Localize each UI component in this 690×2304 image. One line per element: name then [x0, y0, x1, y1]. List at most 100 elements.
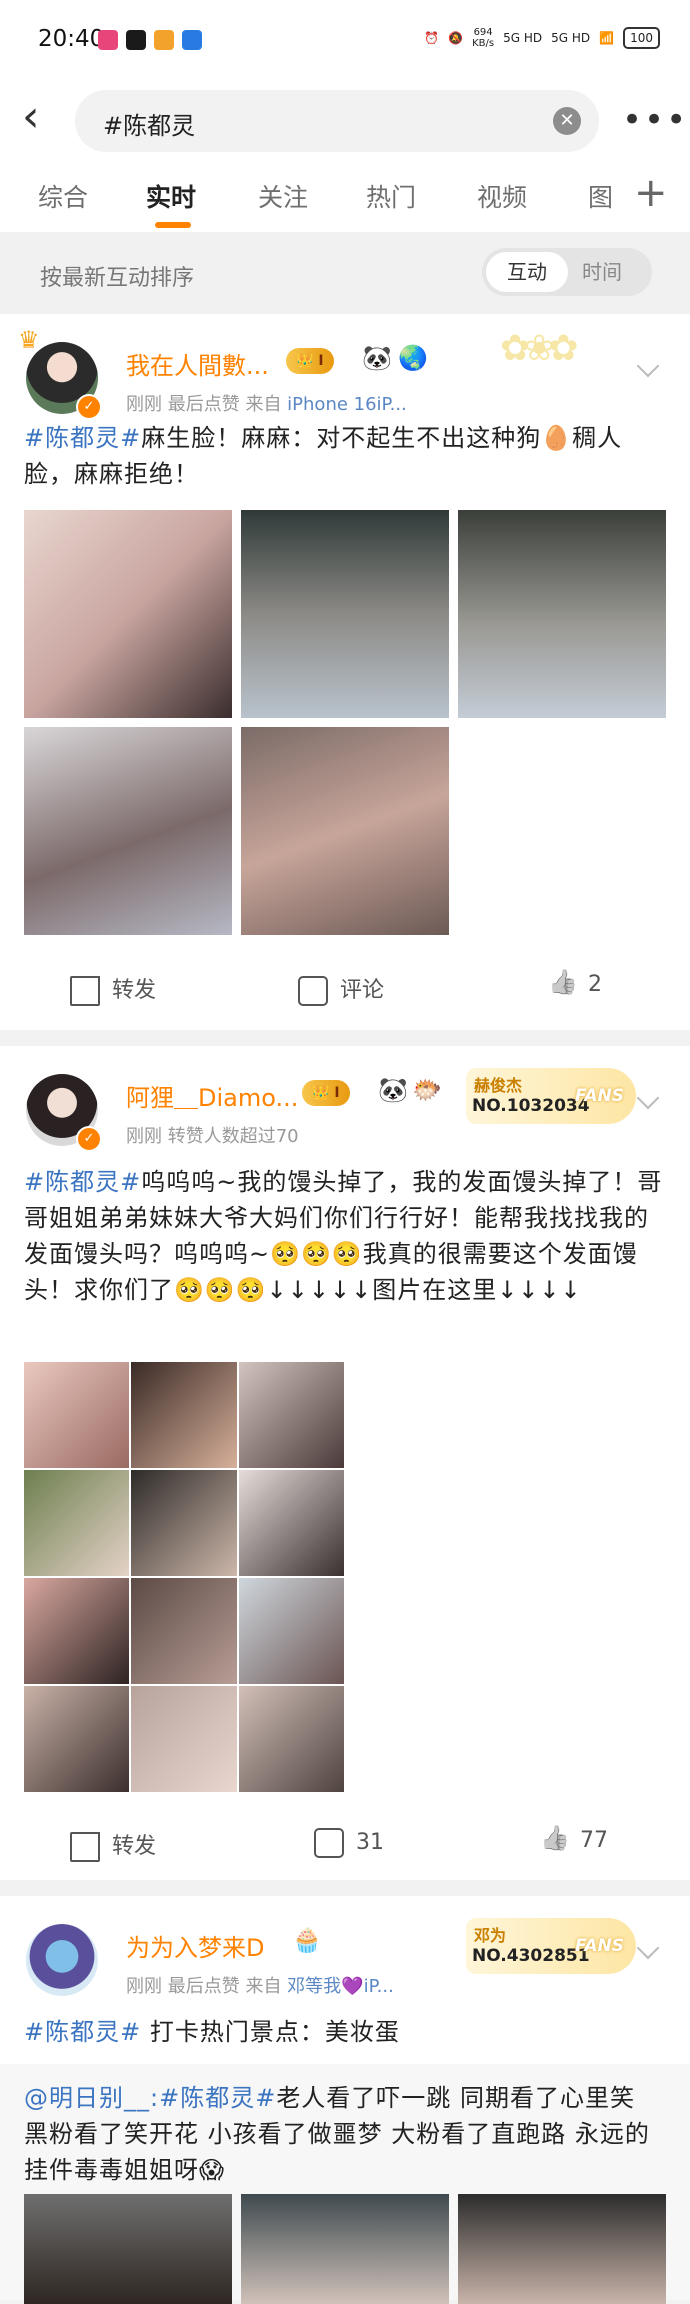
post-actions: 转发 31 77: [0, 1810, 690, 1876]
search-query: #陈都灵: [103, 112, 196, 140]
vip-badge: 👑 I: [286, 348, 334, 374]
post-image[interactable]: [24, 727, 232, 935]
globe-icon: 🌏: [398, 344, 428, 372]
grid-image[interactable]: [131, 1362, 237, 1468]
like-button[interactable]: 77: [540, 1828, 608, 1854]
hashtag-link[interactable]: #陈都灵#: [159, 2084, 276, 2112]
grid-image[interactable]: [24, 1362, 130, 1468]
status-right: ⏰ 🔕 694 KB/s 5G HD 5G HD 📶 100: [424, 27, 660, 49]
wifi-icon: 📶: [599, 31, 615, 45]
status-time: 20:40: [38, 26, 105, 52]
hashtag-link[interactable]: #陈都灵#: [24, 1168, 141, 1196]
post-meta: 刚刚 最后点赞 来自 邓等我💜iP...: [126, 1976, 394, 1997]
quoted-post[interactable]: @明日别__:#陈都灵#老人看了吓一跳 同期看了心里笑 黑粉看了笑开花 小孩看了…: [0, 2064, 690, 2304]
sort-option-interaction[interactable]: 互动: [486, 252, 568, 292]
mention-link[interactable]: @明日别__:: [24, 2084, 159, 2112]
repost-button[interactable]: 转发: [70, 972, 156, 1006]
grid-image[interactable]: [238, 1578, 344, 1684]
notification-icons: [98, 30, 202, 50]
hashtag-link[interactable]: #陈都灵#: [24, 424, 141, 452]
post-image[interactable]: [241, 510, 449, 718]
chevron-down-icon[interactable]: [636, 1936, 660, 1960]
clear-icon[interactable]: ✕: [553, 107, 581, 135]
tab-bar: 综合 实时 关注 热门 视频 图 +: [0, 164, 690, 232]
avatar[interactable]: [26, 1924, 98, 1996]
post-image[interactable]: [24, 510, 232, 718]
add-icon[interactable]: +: [634, 170, 668, 216]
app-notification-icon: [154, 30, 174, 50]
post-image-grid[interactable]: [24, 1362, 344, 1792]
back-icon[interactable]: ‹: [22, 94, 62, 144]
search-header: ‹ #陈都灵 ✕ •••: [0, 80, 690, 164]
grid-image[interactable]: [131, 1470, 237, 1576]
share-icon: [70, 1832, 100, 1862]
battery-indicator: 100: [623, 27, 660, 49]
grid-image[interactable]: [238, 1470, 344, 1576]
share-icon: [70, 976, 100, 1006]
tab-image[interactable]: 图: [588, 178, 613, 214]
fans-card[interactable]: 邓为 NO.4302851 FANS: [466, 1918, 636, 1974]
post-card: 为为入梦来D 🧁 邓为 NO.4302851 FANS 刚刚 最后点赞 来自 邓…: [0, 1896, 690, 2304]
post-image[interactable]: [458, 510, 666, 718]
grid-image[interactable]: [238, 1686, 344, 1792]
username[interactable]: 为为入梦来D: [126, 1928, 264, 1963]
panda-icon: 🐼: [378, 1076, 408, 1104]
post-card: ♛ ✓ 我在人間數... 👑 I 🐼 🌏 ✿❀✿ 刚刚 最后点赞 来自 iPho…: [0, 314, 690, 1030]
fans-number: NO.4302851: [472, 1946, 590, 1966]
quoted-text: @明日别__:#陈都灵#老人看了吓一跳 同期看了心里笑 黑粉看了笑开花 小孩看了…: [24, 2084, 650, 2184]
post-image[interactable]: [241, 2194, 449, 2304]
vip-badge: 👑 I: [302, 1080, 350, 1106]
tab-realtime[interactable]: 实时: [146, 178, 196, 214]
fans-card[interactable]: 赫俊杰 NO.1032034 FANS: [466, 1068, 636, 1124]
grid-image[interactable]: [24, 1578, 130, 1684]
tab-video[interactable]: 视频: [477, 178, 527, 214]
post-image[interactable]: [24, 2194, 232, 2304]
post-image[interactable]: [241, 727, 449, 935]
post-meta: 刚刚 转赞人数超过70: [126, 1126, 299, 1147]
mute-icon: 🔕: [448, 31, 464, 45]
crown-icon: ♛: [18, 326, 40, 354]
decoration-icon: 🧁: [292, 1926, 322, 1954]
post-meta: 刚刚 最后点赞 来自 iPhone 16iP...: [126, 394, 407, 415]
post-text: #陈都灵#麻生脸！麻麻：对不起生不出这种狗🥚稠人脸，麻麻拒绝！: [24, 424, 623, 488]
hashtag-link[interactable]: #陈都灵#: [24, 2018, 141, 2046]
grid-image[interactable]: [238, 1362, 344, 1468]
comment-button[interactable]: 评论: [298, 972, 384, 1006]
fans-tag: FANS: [574, 1086, 624, 1106]
username[interactable]: 阿狸＿Diamo...: [126, 1078, 298, 1113]
tab-following[interactable]: 关注: [258, 178, 308, 214]
username[interactable]: 我在人間數...: [126, 346, 269, 381]
post-text: #陈都灵#呜呜呜~我的馒头掉了，我的发面馒头掉了！哥哥姐姐弟弟妹妹大爷大妈们你们…: [24, 1168, 663, 1304]
app-notification-icon: [126, 30, 146, 50]
post-text: #陈都灵# 打卡热门景点：美妆蛋: [24, 2018, 400, 2046]
fish-icon: 🐡: [412, 1076, 442, 1104]
active-tab-indicator: [155, 222, 191, 228]
sort-label: 按最新互动排序: [40, 266, 195, 291]
comment-icon: [314, 1828, 344, 1858]
more-icon[interactable]: •••: [622, 100, 688, 140]
grid-image[interactable]: [24, 1686, 130, 1792]
post-image[interactable]: [458, 2194, 666, 2304]
signal-2: 5G HD: [551, 31, 591, 45]
sort-toggle[interactable]: 互动 时间: [482, 248, 652, 296]
grid-image[interactable]: [131, 1578, 237, 1684]
post-actions: 转发 评论 2: [0, 954, 690, 1020]
chevron-down-icon[interactable]: [636, 354, 660, 378]
search-input[interactable]: #陈都灵 ✕: [75, 90, 599, 152]
comment-button[interactable]: 31: [314, 1828, 384, 1858]
post-card: ✓ 阿狸＿Diamo... 👑 I 🐼 🐡 赫俊杰 NO.1032034 FAN…: [0, 1046, 690, 1880]
sort-option-time[interactable]: 时间: [582, 252, 622, 292]
grid-image[interactable]: [24, 1470, 130, 1576]
thumbs-up-icon: [548, 972, 576, 998]
fans-name: 邓为: [474, 1926, 507, 1945]
grid-image[interactable]: [131, 1686, 237, 1792]
tab-comprehensive[interactable]: 综合: [38, 178, 88, 214]
tab-hot[interactable]: 热门: [366, 178, 416, 214]
app-notification-icon: [98, 30, 118, 50]
like-button[interactable]: 2: [548, 972, 602, 998]
verified-badge: ✓: [76, 1126, 102, 1152]
repost-button[interactable]: 转发: [70, 1828, 156, 1862]
chevron-down-icon[interactable]: [636, 1086, 660, 1110]
sort-bar: 按最新互动排序 互动 时间: [0, 232, 690, 314]
fans-name: 赫俊杰: [474, 1076, 523, 1095]
